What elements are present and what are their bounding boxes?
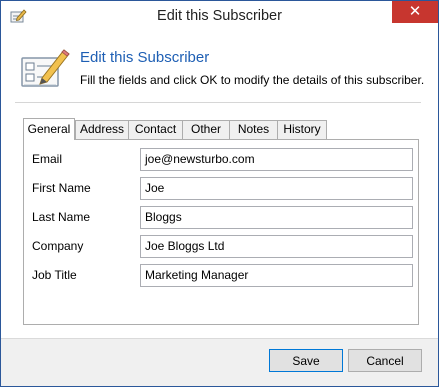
email-field[interactable]: joe@newsturbo.com bbox=[140, 148, 413, 171]
last-name-label: Last Name bbox=[32, 210, 91, 224]
company-label: Company bbox=[32, 239, 84, 253]
first-name-field[interactable]: Joe bbox=[140, 177, 413, 200]
tab-notes[interactable]: Notes bbox=[229, 120, 278, 139]
dialog-footer: Save Cancel bbox=[1, 338, 438, 386]
company-field[interactable]: Joe Bloggs Ltd bbox=[140, 235, 413, 258]
header-separator bbox=[15, 102, 421, 103]
dialog-header: Edit this Subscriber Fill the fields and… bbox=[1, 32, 438, 108]
tab-general[interactable]: General bbox=[23, 118, 75, 140]
save-button[interactable]: Save bbox=[269, 349, 343, 372]
edit-subscriber-dialog: Edit this Subscriber ✕ Edit this Subscri… bbox=[0, 0, 439, 387]
header-title: Edit this Subscriber bbox=[80, 49, 210, 66]
header-description: Fill the fields and click OK to modify t… bbox=[80, 73, 425, 87]
last-name-field[interactable]: Bloggs bbox=[140, 206, 413, 229]
cancel-button[interactable]: Cancel bbox=[348, 349, 422, 372]
first-name-label: First Name bbox=[32, 181, 91, 195]
title-bar[interactable]: Edit this Subscriber ✕ bbox=[1, 1, 438, 32]
close-button[interactable]: ✕ bbox=[392, 1, 438, 23]
email-label: Email bbox=[32, 152, 63, 166]
tab-other[interactable]: Other bbox=[182, 120, 230, 139]
close-icon: ✕ bbox=[408, 3, 422, 20]
tab-address[interactable]: Address bbox=[75, 120, 129, 139]
edit-form-icon bbox=[20, 44, 70, 90]
window-title: Edit this Subscriber bbox=[157, 8, 282, 24]
job-title-field[interactable]: Marketing Manager bbox=[140, 264, 413, 287]
tab-history[interactable]: History bbox=[277, 120, 327, 139]
tab-contact[interactable]: Contact bbox=[128, 120, 183, 139]
general-tab-panel: Email joe@newsturbo.com First Name Joe L… bbox=[23, 139, 419, 325]
job-title-label: Job Title bbox=[32, 268, 77, 282]
